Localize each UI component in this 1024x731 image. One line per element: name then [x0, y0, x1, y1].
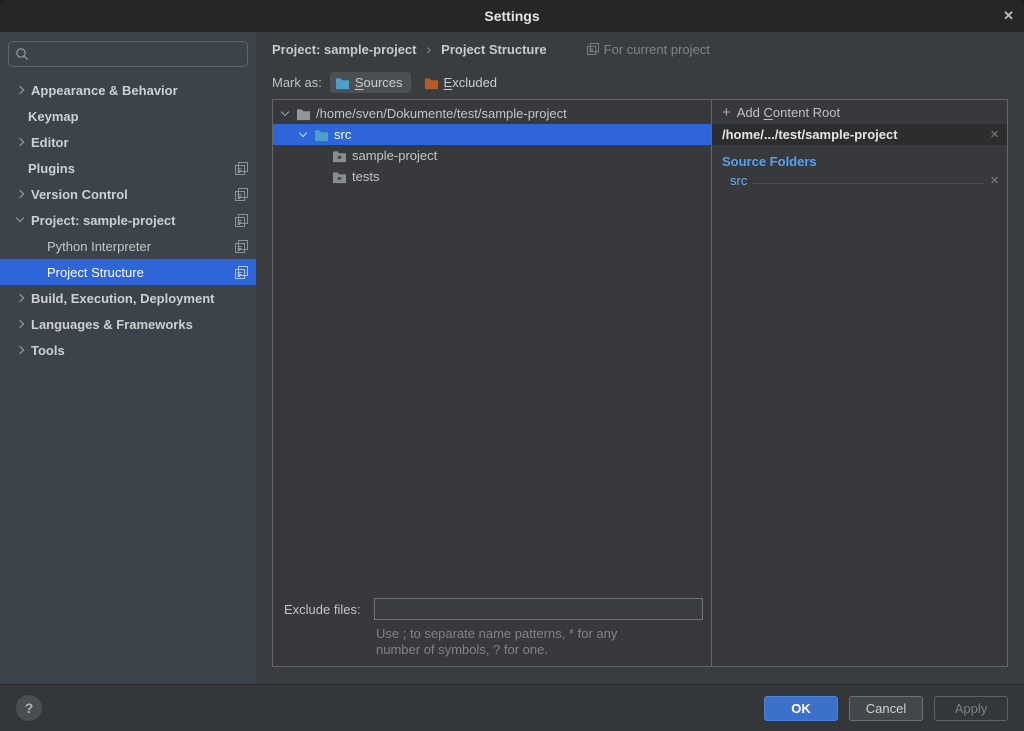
chevron-right-icon[interactable] [14, 83, 28, 97]
content-root-path: /home/.../test/sample-project [722, 127, 990, 142]
add-content-root-label: Add Content Root [737, 105, 840, 120]
settings-main-area: Project: sample-project › Project Struct… [256, 32, 1024, 684]
sidebar-list: Appearance & Behavior Keymap Editor Plug… [0, 77, 256, 363]
project-level-settings-icon [587, 43, 599, 55]
chevron-right-icon[interactable] [14, 187, 28, 201]
sidebar-item-label: Project Structure [47, 265, 144, 280]
project-level-settings-icon [235, 188, 248, 201]
sidebar-item-label: Editor [31, 135, 69, 150]
sidebar-item-build-execution-deployment[interactable]: Build, Execution, Deployment [0, 285, 256, 311]
cancel-button[interactable]: Cancel [849, 696, 923, 721]
folder-icon [332, 170, 347, 184]
scope-label: For current project [604, 42, 710, 57]
sidebar-item-version-control[interactable]: Version Control [0, 181, 256, 207]
mark-as-label: Mark as: [272, 75, 322, 90]
exclude-files-section: Exclude files: Use ; to separate name pa… [273, 598, 711, 666]
sidebar-item-plugins[interactable]: Plugins [0, 155, 256, 181]
sidebar-item-project-sample-project[interactable]: Project: sample-project [0, 207, 256, 233]
sidebar-item-python-interpreter[interactable]: Python Interpreter [0, 233, 256, 259]
project-level-settings-icon [235, 266, 248, 279]
sidebar-item-project-structure[interactable]: Project Structure [0, 259, 256, 285]
titlebar: Settings ✕ [0, 0, 1024, 32]
dotted-leader [753, 183, 984, 184]
tree-row-label: tests [352, 169, 379, 184]
sidebar-item-editor[interactable]: Editor [0, 129, 256, 155]
sidebar-item-tools[interactable]: Tools [0, 337, 256, 363]
sidebar-item-label: Tools [31, 343, 65, 358]
help-button[interactable]: ? [16, 695, 42, 721]
chevron-right-icon[interactable] [14, 135, 28, 149]
sidebar-item-label: Plugins [28, 161, 75, 176]
mark-as-excluded-label: Excluded [444, 75, 497, 90]
chevron-down-icon[interactable] [279, 107, 293, 121]
project-level-settings-icon [235, 240, 248, 253]
dialog-body: Appearance & Behavior Keymap Editor Plug… [0, 32, 1024, 684]
exclude-files-label: Exclude files: [284, 602, 361, 617]
plus-icon: + [722, 104, 731, 121]
mark-as-sources-label: Sources [355, 75, 403, 90]
source-folder-name: src [730, 173, 747, 188]
ok-button[interactable]: OK [764, 696, 838, 721]
dialog-title: Settings [484, 8, 539, 24]
source-folder-icon [335, 76, 350, 90]
search-icon [15, 47, 29, 61]
sidebar-item-label: Python Interpreter [47, 239, 151, 254]
content-root-detail-panel: + Add Content Root /home/.../test/sample… [712, 100, 1007, 666]
tree-row-sample-project[interactable]: sample-project [273, 145, 711, 166]
tree-row-src[interactable]: src [273, 124, 711, 145]
folder-icon [296, 107, 311, 121]
exclude-files-input[interactable] [374, 598, 703, 620]
remove-content-root-icon[interactable]: × [990, 127, 999, 142]
breadcrumb-project[interactable]: Project: sample-project [272, 42, 417, 57]
settings-sidebar: Appearance & Behavior Keymap Editor Plug… [0, 32, 256, 684]
breadcrumb-page-title: Project Structure [441, 42, 546, 57]
sidebar-item-label: Appearance & Behavior [31, 83, 178, 98]
sidebar-item-languages-frameworks[interactable]: Languages & Frameworks [0, 311, 256, 337]
sidebar-item-appearance-behavior[interactable]: Appearance & Behavior [0, 77, 256, 103]
folder-icon [332, 149, 347, 163]
sidebar-item-label: Languages & Frameworks [31, 317, 193, 332]
chevron-right-icon[interactable] [14, 291, 28, 305]
dialog-footer: ? OK Cancel Apply [0, 684, 1024, 731]
breadcrumb: Project: sample-project › Project Struct… [256, 32, 1024, 66]
apply-button[interactable]: Apply [934, 696, 1008, 721]
tree-row-label: sample-project [352, 148, 437, 163]
tree-row-content-root[interactable]: /home/sven/Dokumente/test/sample-project [273, 103, 711, 124]
project-level-settings-icon [235, 214, 248, 227]
sidebar-item-label: Build, Execution, Deployment [31, 291, 214, 306]
chevron-down-icon[interactable] [297, 128, 311, 142]
tree-row-label: src [334, 127, 351, 142]
chevron-down-icon[interactable] [14, 213, 28, 227]
source-folder-icon [314, 128, 329, 142]
sidebar-item-label: Version Control [31, 187, 128, 202]
content-root-header[interactable]: /home/.../test/sample-project × [712, 124, 1007, 145]
settings-dialog: Settings ✕ Appearance & Behavior [0, 0, 1024, 731]
question-mark-icon: ? [25, 700, 34, 716]
source-folder-entry-src[interactable]: src × [712, 171, 1007, 190]
breadcrumb-separator-icon: › [427, 41, 432, 57]
exclude-files-hint: Use ; to separate name patterns, * for a… [376, 626, 703, 658]
settings-search-box[interactable] [8, 41, 248, 67]
tree-row-tests[interactable]: tests [273, 166, 711, 187]
mark-as-toolbar: Mark as: Sources Excluded [256, 66, 1024, 99]
sidebar-item-label: Project: sample-project [31, 213, 176, 228]
content-root-tree: /home/sven/Dokumente/test/sample-project… [273, 100, 712, 666]
excluded-folder-icon [424, 76, 439, 90]
mark-as-excluded-button[interactable]: Excluded [419, 72, 505, 93]
scope-indicator: For current project [587, 42, 710, 57]
chevron-right-icon[interactable] [14, 343, 28, 357]
mark-as-sources-button[interactable]: Sources [330, 72, 411, 93]
close-icon[interactable]: ✕ [1003, 0, 1014, 32]
chevron-right-icon[interactable] [14, 317, 28, 331]
sidebar-item-label: Keymap [28, 109, 79, 124]
sidebar-item-keymap[interactable]: Keymap [0, 103, 256, 129]
tree-row-label: /home/sven/Dokumente/test/sample-project [316, 106, 567, 121]
remove-source-folder-icon[interactable]: × [990, 173, 999, 188]
add-content-root-button[interactable]: + Add Content Root [712, 100, 1007, 124]
project-level-settings-icon [235, 162, 248, 175]
source-folders-title: Source Folders [722, 154, 1007, 169]
project-structure-panels: /home/sven/Dokumente/test/sample-project… [272, 99, 1008, 667]
